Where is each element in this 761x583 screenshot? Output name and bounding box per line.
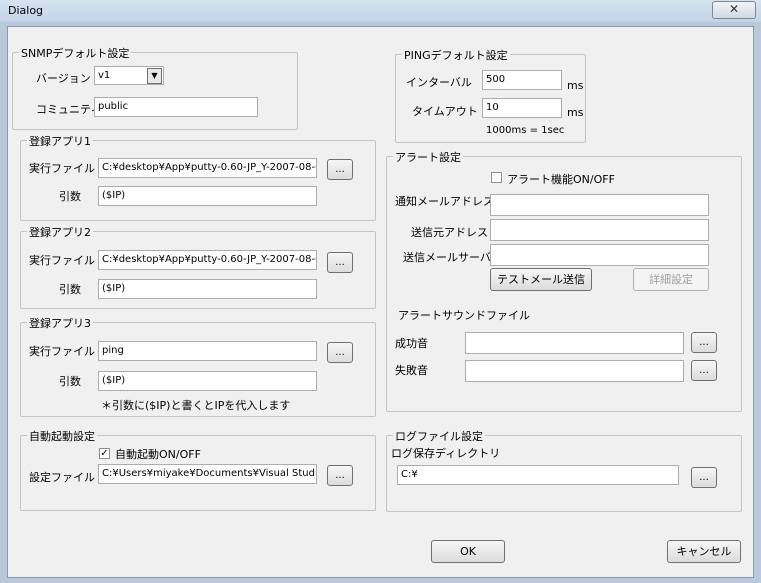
- app3-note: ＊引数に($IP)と書くとIPを代入します: [101, 399, 291, 412]
- title-bar: Dialog ✕: [0, 0, 761, 22]
- version-value: v1: [98, 70, 111, 81]
- app3-args-label: 引数: [59, 375, 81, 388]
- autostart-browse-button[interactable]: ...: [327, 465, 353, 486]
- interval-unit: ms: [567, 79, 584, 92]
- sender-address-input[interactable]: [490, 219, 709, 241]
- success-sound-input[interactable]: [465, 332, 684, 354]
- log-group: ログファイル設定 ログ保存ディレクトリ C:¥ ...: [386, 428, 742, 512]
- version-select[interactable]: v1 ▼: [94, 66, 164, 85]
- app1-exe-label: 実行ファイル: [29, 162, 95, 175]
- autostart-file-input[interactable]: C:¥Users¥miyake¥Documents¥Visual Studio …: [98, 464, 317, 484]
- log-dir-label: ログ保存ディレクトリ: [391, 447, 501, 460]
- app3-args-input[interactable]: ($IP): [98, 371, 317, 391]
- notify-mail-label: 通知メールアドレス: [395, 195, 494, 208]
- snmp-group: SNMPデフォルト設定 バージョン v1 ▼ コミュニティ public: [12, 45, 298, 130]
- fail-sound-input[interactable]: [465, 360, 684, 382]
- app3-group-title: 登録アプリ3: [27, 315, 93, 331]
- test-mail-button[interactable]: テストメール送信: [490, 268, 592, 291]
- success-sound-browse-button[interactable]: ...: [691, 332, 717, 353]
- app1-group-title: 登録アプリ1: [27, 133, 93, 149]
- notify-mail-input[interactable]: [490, 194, 709, 216]
- autostart-checkbox[interactable]: ✓: [99, 448, 110, 459]
- sender-address-label: 送信元アドレス: [411, 226, 488, 239]
- app2-group: 登録アプリ2 実行ファイル C:¥desktop¥App¥putty-0.60-…: [20, 224, 376, 309]
- community-input[interactable]: public: [94, 97, 258, 117]
- log-dir-browse-button[interactable]: ...: [691, 467, 717, 488]
- alert-group: アラート設定 アラート機能ON/OFF 通知メールアドレス 送信元アドレス 送信…: [386, 149, 742, 412]
- app3-exe-label: 実行ファイル: [29, 345, 95, 358]
- version-label: バージョン: [36, 72, 91, 85]
- detail-settings-button[interactable]: 詳細設定: [633, 268, 709, 291]
- timeout-label: タイムアウト: [412, 105, 478, 118]
- interval-label: インターバル: [406, 76, 472, 89]
- fail-sound-browse-button[interactable]: ...: [691, 360, 717, 381]
- ping-group: PINGデフォルト設定 インターバル 500 ms タイムアウト 10 ms 1…: [395, 47, 586, 143]
- fail-sound-label: 失敗音: [395, 364, 428, 377]
- ping-note: 1000ms = 1sec: [486, 125, 565, 136]
- timeout-input[interactable]: 10: [482, 98, 562, 118]
- mail-server-input[interactable]: [490, 244, 709, 266]
- app2-args-input[interactable]: ($IP): [98, 279, 317, 299]
- app2-exe-label: 実行ファイル: [29, 254, 95, 267]
- cancel-button[interactable]: キャンセル: [667, 540, 741, 563]
- dialog-client: SNMPデフォルト設定 バージョン v1 ▼ コミュニティ public 登録ア…: [7, 26, 754, 578]
- app2-args-label: 引数: [59, 283, 81, 296]
- snmp-group-title: SNMPデフォルト設定: [19, 45, 132, 61]
- log-dir-input[interactable]: C:¥: [397, 465, 679, 485]
- alert-enable-label: アラート機能ON/OFF: [507, 173, 615, 186]
- community-label: コミュニティ: [36, 103, 102, 116]
- app1-exe-input[interactable]: C:¥desktop¥App¥putty-0.60-JP_Y-2007-08-0: [98, 158, 317, 178]
- app1-group: 登録アプリ1 実行ファイル C:¥desktop¥App¥putty-0.60-…: [20, 133, 376, 221]
- success-sound-label: 成功音: [395, 337, 428, 350]
- alert-group-title: アラート設定: [393, 149, 463, 165]
- autostart-checkbox-label: 自動起動ON/OFF: [115, 448, 201, 461]
- timeout-unit: ms: [567, 106, 584, 119]
- app1-args-input[interactable]: ($IP): [98, 186, 317, 206]
- mail-server-label: 送信メールサーバ: [403, 251, 491, 264]
- autostart-group: 自動起動設定 ✓ 自動起動ON/OFF 設定ファイル C:¥Users¥miya…: [20, 428, 376, 511]
- autostart-group-title: 自動起動設定: [27, 428, 97, 444]
- app3-exe-input[interactable]: ping: [98, 341, 317, 361]
- interval-input[interactable]: 500: [482, 70, 562, 90]
- app1-args-label: 引数: [59, 190, 81, 203]
- app3-group: 登録アプリ3 実行ファイル ping ... 引数 ($IP) ＊引数に($IP…: [20, 315, 376, 417]
- app2-group-title: 登録アプリ2: [27, 224, 93, 240]
- autostart-file-label: 設定ファイル: [29, 471, 95, 484]
- ok-button[interactable]: OK: [431, 540, 505, 563]
- app2-exe-input[interactable]: C:¥desktop¥App¥putty-0.60-JP_Y-2007-08-0: [98, 250, 317, 270]
- alert-sound-heading: アラートサウンドファイル: [398, 309, 530, 322]
- chevron-down-icon[interactable]: ▼: [147, 68, 162, 84]
- app3-browse-button[interactable]: ...: [327, 342, 353, 363]
- alert-enable-checkbox[interactable]: [491, 172, 502, 183]
- log-group-title: ログファイル設定: [393, 428, 485, 444]
- app2-browse-button[interactable]: ...: [327, 252, 353, 273]
- app1-browse-button[interactable]: ...: [327, 159, 353, 180]
- window-title: Dialog: [8, 4, 44, 17]
- close-icon[interactable]: ✕: [712, 1, 756, 19]
- ping-group-title: PINGデフォルト設定: [402, 47, 510, 63]
